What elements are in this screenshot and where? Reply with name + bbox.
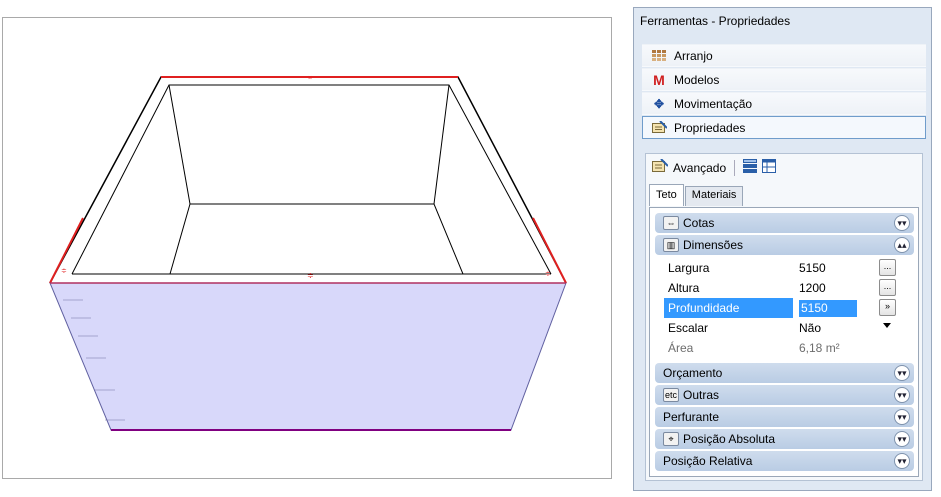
largura-ellipsis-button[interactable]: ... bbox=[879, 259, 896, 276]
3d-viewport[interactable]: × ≑ ≑ ≑ bbox=[2, 17, 612, 479]
escalar-select[interactable]: Não bbox=[799, 321, 879, 335]
category-cotas[interactable]: ⇔ Cotas ▾▾ bbox=[655, 213, 914, 233]
property-grid: ⇔ Cotas ▾▾ ▥ Dimensões ▴▴ Largura 5150 .… bbox=[649, 207, 919, 477]
advanced-toolbar: Avançado bbox=[652, 158, 777, 176]
prop-escalar: Escalar Não bbox=[663, 318, 899, 338]
nav-movimentacao[interactable]: ✥ Movimentação bbox=[642, 92, 926, 115]
categorized-view-icon[interactable] bbox=[743, 159, 758, 176]
prop-profundidade-value-wrap bbox=[799, 299, 879, 317]
expand-chevron-icon[interactable]: ▾▾ bbox=[894, 387, 910, 403]
tab-materiais[interactable]: Materiais bbox=[684, 186, 744, 206]
tab-strip: Teto Materiais bbox=[649, 184, 744, 207]
advanced-label[interactable]: Avançado bbox=[673, 161, 726, 175]
profundidade-input[interactable] bbox=[799, 299, 857, 317]
nav-propriedades[interactable]: Propriedades bbox=[642, 116, 926, 139]
category-orcamento[interactable]: Orçamento ▾▾ bbox=[655, 363, 914, 383]
nav-arranjo[interactable]: Arranjo bbox=[642, 44, 926, 67]
prop-escalar-label: Escalar bbox=[668, 321, 709, 335]
prop-profundidade-label: Profundidade bbox=[664, 298, 793, 318]
marker-front: ≑ bbox=[307, 271, 314, 280]
expand-chevron-icon[interactable]: ▾▾ bbox=[894, 453, 910, 469]
prop-altura-value[interactable]: 1200 bbox=[799, 281, 879, 295]
category-posicao-absoluta-label: Posição Absoluta bbox=[683, 432, 776, 446]
prop-largura-value[interactable]: 5150 bbox=[799, 261, 879, 275]
category-perfurante[interactable]: Perfurante ▾▾ bbox=[655, 407, 914, 427]
category-posicao-relativa-label: Posição Relativa bbox=[663, 454, 753, 468]
category-dimensoes[interactable]: ▥ Dimensões ▴▴ bbox=[655, 235, 914, 255]
toolbar-divider bbox=[734, 159, 736, 176]
dropdown-arrow-icon[interactable] bbox=[883, 323, 891, 328]
marker-top: × bbox=[308, 75, 312, 82]
ruler-icon: ▥ bbox=[663, 238, 679, 252]
prop-altura: Altura 1200 ... bbox=[663, 278, 899, 298]
inner-rim bbox=[71, 84, 552, 275]
corner-back-right bbox=[433, 84, 450, 205]
marker-left: ≑ bbox=[61, 268, 67, 275]
nav-modelos-label: Modelos bbox=[674, 72, 720, 87]
dimension-icon: ⇔ bbox=[663, 216, 679, 230]
table-view-icon[interactable] bbox=[762, 159, 777, 176]
category-outras-label: Outras bbox=[683, 388, 720, 402]
prop-area-value: 6,18 m² bbox=[799, 341, 840, 355]
prop-profundidade: Profundidade » bbox=[663, 298, 899, 318]
nav-movimentacao-label: Movimentação bbox=[674, 96, 753, 111]
room-drawing[interactable]: × ≑ ≑ ≑ bbox=[3, 18, 611, 478]
nav-modelos[interactable]: M Modelos bbox=[642, 68, 926, 91]
models-icon: M bbox=[653, 71, 665, 88]
grid-icon bbox=[651, 49, 667, 63]
tools-panel: Ferramentas - Propriedades Arranjo M Mod… bbox=[633, 7, 932, 491]
etc-icon: etc bbox=[663, 388, 679, 402]
marker-right: ≑ bbox=[545, 271, 551, 278]
prop-area-label: Área bbox=[668, 341, 694, 355]
outer-rim bbox=[49, 76, 567, 284]
category-dimensoes-label: Dimensões bbox=[683, 238, 744, 252]
nav-arranjo-label: Arranjo bbox=[674, 48, 713, 63]
front-wall bbox=[49, 282, 567, 431]
properties-area: Avançado Teto Materiais ⇔ Cotas ▾▾ ▥ Dim… bbox=[645, 153, 923, 481]
expand-chevron-icon[interactable]: ▾▾ bbox=[894, 431, 910, 447]
category-posicao-relativa[interactable]: Posição Relativa ▾▾ bbox=[655, 451, 914, 471]
corner-back-left bbox=[168, 84, 191, 205]
position-icon: ⌖ bbox=[663, 432, 679, 446]
category-cotas-label: Cotas bbox=[683, 216, 715, 230]
category-perfurante-label: Perfurante bbox=[663, 410, 720, 424]
properties-icon bbox=[651, 121, 667, 135]
prop-largura-label: Largura bbox=[668, 261, 710, 275]
profundidade-expand-button[interactable]: » bbox=[879, 299, 896, 316]
prop-altura-label: Altura bbox=[668, 281, 700, 295]
expand-chevron-icon[interactable]: ▾▾ bbox=[894, 409, 910, 425]
nav-propriedades-label: Propriedades bbox=[674, 120, 746, 135]
floor bbox=[169, 203, 464, 275]
advanced-icon[interactable] bbox=[652, 158, 669, 176]
prop-largura: Largura 5150 ... bbox=[663, 258, 899, 278]
collapse-chevron-icon[interactable]: ▴▴ bbox=[894, 237, 910, 253]
expand-chevron-icon[interactable]: ▾▾ bbox=[894, 215, 910, 231]
category-outras[interactable]: etc Outras ▾▾ bbox=[655, 385, 914, 405]
prop-area: Área 6,18 m² bbox=[663, 338, 899, 358]
altura-ellipsis-button[interactable]: ... bbox=[879, 279, 896, 296]
tab-teto[interactable]: Teto bbox=[649, 184, 684, 206]
category-orcamento-label: Orçamento bbox=[663, 366, 723, 380]
panel-title: Ferramentas - Propriedades bbox=[640, 14, 791, 28]
expand-chevron-icon[interactable]: ▾▾ bbox=[894, 365, 910, 381]
tools-nav: Arranjo M Modelos ✥ Movimentação Proprie… bbox=[642, 44, 926, 140]
move-icon: ✥ bbox=[653, 96, 665, 111]
category-posicao-absoluta[interactable]: ⌖ Posição Absoluta ▾▾ bbox=[655, 429, 914, 449]
